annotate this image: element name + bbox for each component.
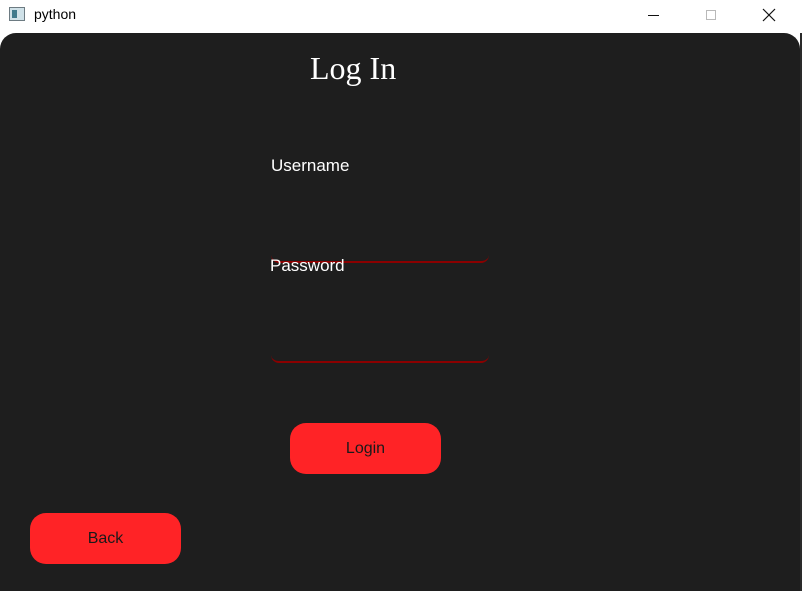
page-title: Log In	[310, 50, 397, 86]
window-title: python	[34, 6, 77, 22]
back-button[interactable]: Back	[30, 513, 181, 564]
username-label: Username	[271, 156, 350, 175]
close-icon	[762, 8, 776, 22]
title-bar: python	[0, 0, 802, 30]
app-window: python Log In Username Password Login Ba…	[0, 0, 802, 591]
minimize-button[interactable]	[630, 0, 676, 30]
login-button[interactable]: Login	[290, 423, 441, 474]
password-field[interactable]	[271, 329, 489, 363]
password-label: Password	[270, 256, 345, 275]
maximize-icon	[706, 10, 716, 20]
minimize-icon	[647, 14, 659, 16]
login-panel	[0, 33, 800, 591]
app-icon	[9, 7, 25, 21]
close-button[interactable]	[746, 0, 792, 30]
maximize-button[interactable]	[688, 0, 734, 30]
